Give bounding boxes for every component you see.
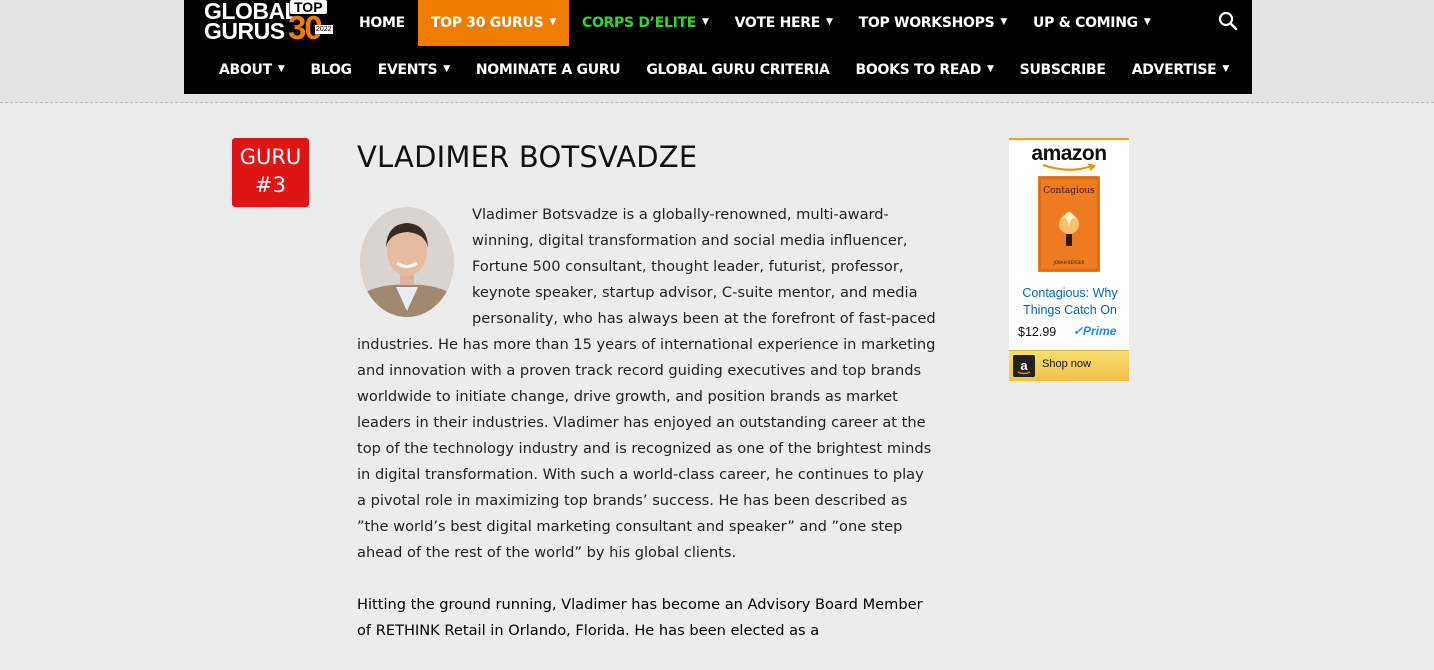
nav-nominate-a-guru[interactable]: NOMINATE A GURU (463, 46, 633, 94)
amazon-ad[interactable]: amazon Contagious JONAH BERGER Contagiou… (1009, 138, 1129, 381)
nav-top-workshops[interactable]: TOP WORKSHOPS ▼ (846, 0, 1020, 46)
nav-about[interactable]: ABOUT ▼ (206, 46, 297, 94)
chevron-down-icon: ▼ (443, 64, 450, 74)
article-paragraph: Hitting the ground running, Vladimer has… (357, 596, 923, 639)
amazon-logo: amazon (1031, 142, 1107, 165)
chevron-down-icon: ▼ (826, 17, 833, 27)
chevron-down-icon: ▼ (1143, 17, 1151, 27)
chevron-down-icon: ▼ (987, 64, 994, 74)
nav-subscribe[interactable]: SUBSCRIBE (1007, 46, 1119, 94)
nav-corps-delite[interactable]: CORPS D’ELITE ▼ (569, 0, 722, 46)
navigation-bar: GLOBAL GURUS TOP 30 2022 HOME TOP 30 GUR… (184, 0, 1252, 94)
book-cover-author: JONAH BERGER (1053, 260, 1085, 265)
shop-now-button[interactable]: a Shop now (1009, 350, 1129, 381)
nav-books-to-read[interactable]: BOOKS TO READ ▼ (843, 46, 1007, 94)
article-body: Vladimer Botsvadze is a globally-renowne… (357, 202, 937, 670)
chevron-down-icon: ▼ (1000, 17, 1008, 27)
nav-up-and-coming[interactable]: UP & COMING ▼ (1020, 0, 1163, 46)
search-icon[interactable] (1218, 11, 1238, 31)
chevron-down-icon: ▼ (1222, 64, 1230, 74)
profile-photo (360, 207, 454, 317)
nav-home[interactable]: HOME (346, 0, 418, 46)
chevron-down-icon: ▼ (549, 17, 556, 27)
primary-menu: HOME TOP 30 GURUS ▼ CORPS D’ELITE ▼ VOTE H… (346, 0, 1163, 46)
page-title: VLADIMER BOTSVADZE (357, 140, 698, 174)
guru-rank-badge: GURU #3 (232, 138, 309, 207)
nav-events[interactable]: EVENTS ▼ (365, 46, 463, 94)
chevron-down-icon: ▼ (702, 17, 709, 27)
product-price: $12.99 (1018, 325, 1057, 339)
nav-blog[interactable]: BLOG (297, 46, 364, 94)
amazon-icon: a (1013, 355, 1035, 377)
nav-vote-here[interactable]: VOTE HERE ▼ (722, 0, 846, 46)
book-cover-title: Contagious (1043, 186, 1095, 196)
nav-global-guru-criteria[interactable]: GLOBAL GURU CRITERIA (633, 46, 842, 94)
amazon-smile-icon (1042, 164, 1096, 171)
nav-top-30-gurus[interactable]: TOP 30 GURUS ▼ (417, 0, 569, 46)
book-cover[interactable]: Contagious JONAH BERGER (1038, 176, 1100, 272)
chevron-down-icon: ▼ (277, 64, 285, 74)
prime-badge: ✓Prime (1073, 324, 1117, 338)
nav-advertise[interactable]: ADVERTISE ▼ (1119, 46, 1242, 94)
site-logo[interactable]: GLOBAL GURUS TOP 30 2022 (204, 0, 334, 46)
secondary-menu: ABOUT ▼ BLOG EVENTS ▼ NOMINATE A GURU GLOB… (206, 46, 1242, 94)
product-title-link[interactable]: Contagious: Why Things Catch On (1015, 285, 1125, 319)
svg-text:a: a (1020, 358, 1028, 373)
